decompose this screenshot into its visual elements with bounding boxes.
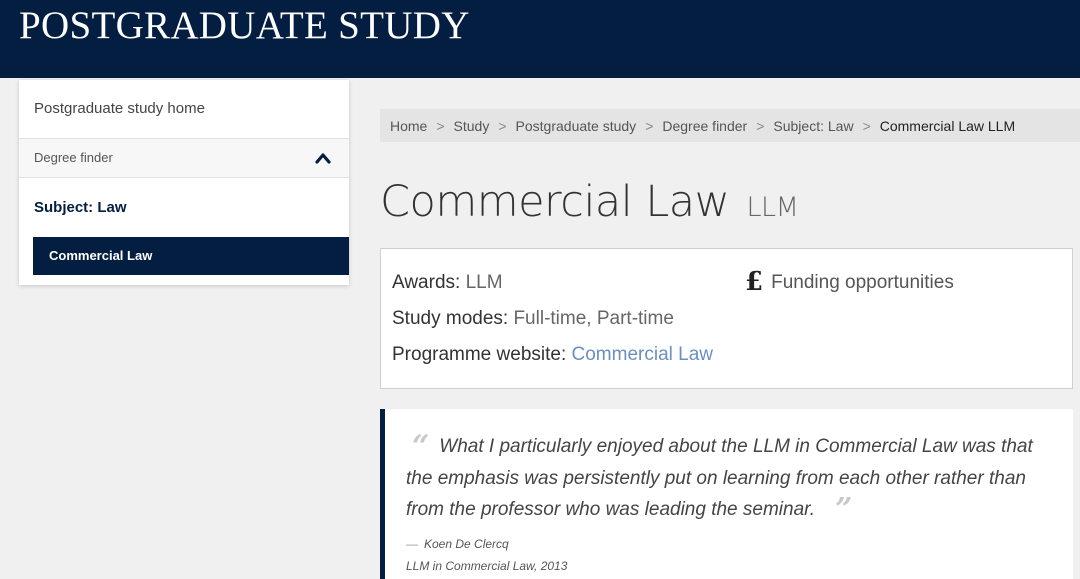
breadcrumb-separator: > <box>756 118 765 134</box>
site-title[interactable]: POSTGRADUATE STUDY <box>19 2 470 50</box>
funding-opportunities-link[interactable]: £ Funding opportunities <box>745 267 954 297</box>
programme-info-box: Awards: LLM Study modes: Full-time, Part… <box>380 248 1073 389</box>
study-modes-value: Full-time, Part-time <box>513 308 674 329</box>
programme-website-row: Programme website: Commercial Law <box>392 344 713 366</box>
funding-label: Funding opportunities <box>771 272 954 293</box>
testimonial-author: — Koen De Clercq <box>406 537 509 551</box>
programme-website-link[interactable]: Commercial Law <box>572 344 713 365</box>
testimonial-course: LLM in Commercial Law, 2013 <box>406 559 568 573</box>
author-dash: — <box>406 537 418 551</box>
breadcrumb-current: Commercial Law LLM <box>879 118 1016 134</box>
breadcrumb-home[interactable]: Home <box>390 118 427 134</box>
pound-icon: £ <box>745 267 764 297</box>
programme-website-label: Programme website: <box>392 344 567 365</box>
sidebar-item-subject-law[interactable]: Subject: Law <box>19 178 349 237</box>
page-title-text: Commercial Law <box>380 177 730 227</box>
sidebar-item-commercial-law[interactable]: Commercial Law <box>33 237 349 275</box>
breadcrumb-postgraduate-study[interactable]: Postgraduate study <box>516 118 637 134</box>
close-quote-icon: ” <box>835 492 853 527</box>
awards-row: Awards: LLM <box>392 272 503 294</box>
breadcrumb-degree-finder[interactable]: Degree finder <box>662 118 747 134</box>
breadcrumb-separator: > <box>498 118 507 134</box>
testimonial-text: What I particularly enjoyed about the LL… <box>406 436 1033 520</box>
breadcrumb-separator: > <box>862 118 871 134</box>
awards-value: LLM <box>465 272 503 293</box>
breadcrumb: Home > Study > Postgraduate study > Degree fin… <box>380 109 1080 142</box>
open-quote-icon: “ <box>412 429 430 464</box>
chevron-up-icon[interactable] <box>315 152 331 164</box>
study-modes-row: Study modes: Full-time, Part-time <box>392 308 674 330</box>
testimonial-text-block: “What I particularly enjoyed about the L… <box>406 431 1056 526</box>
sidebar-item-postgraduate-home[interactable]: Postgraduate study home <box>19 80 349 139</box>
student-testimonial: “What I particularly enjoyed about the L… <box>380 409 1073 579</box>
sidebar-item-degree-finder[interactable]: Degree finder <box>19 139 349 178</box>
sidebar-item-label: Degree finder <box>34 150 113 165</box>
breadcrumb-separator: > <box>645 118 654 134</box>
breadcrumb-separator: > <box>436 118 445 134</box>
breadcrumb-subject-law[interactable]: Subject: Law <box>773 118 853 134</box>
author-name: Koen De Clercq <box>424 537 509 551</box>
page-title-award: LLM <box>746 192 799 223</box>
sidebar-nav: Postgraduate study home Degree finder Su… <box>19 80 349 285</box>
breadcrumb-study[interactable]: Study <box>454 118 490 134</box>
site-header: POSTGRADUATE STUDY <box>0 0 1080 78</box>
study-modes-label: Study modes: <box>392 308 509 329</box>
page-title: Commercial Law LLM <box>380 177 799 227</box>
awards-label: Awards: <box>392 272 461 293</box>
